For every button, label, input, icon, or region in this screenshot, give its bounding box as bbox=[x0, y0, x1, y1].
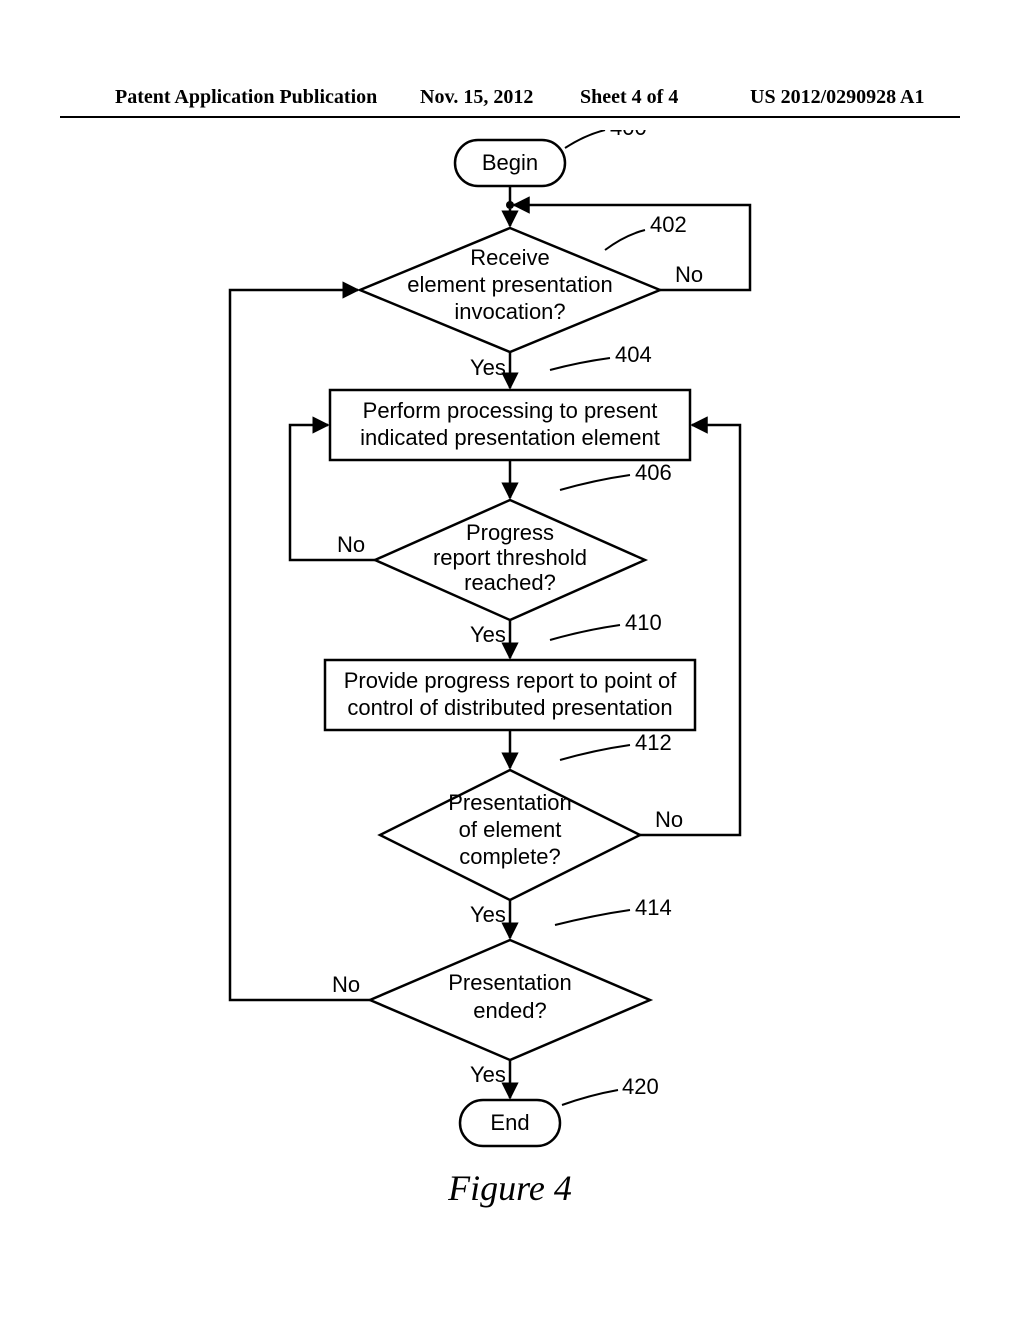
q406-l2: report threshold bbox=[433, 545, 587, 570]
q414-l2: ended? bbox=[473, 998, 546, 1023]
q412-l1: Presentation bbox=[448, 790, 572, 815]
end-label: End bbox=[490, 1110, 529, 1135]
node-begin: Begin bbox=[455, 140, 565, 186]
q402-l3: invocation? bbox=[454, 299, 565, 324]
q402-l1: Receive bbox=[470, 245, 549, 270]
ref-402: 402 bbox=[650, 212, 687, 237]
q406-l1: Progress bbox=[466, 520, 554, 545]
p410-l1: Provide progress report to point of bbox=[344, 668, 678, 693]
ref-404: 404 bbox=[615, 342, 652, 367]
label-406-no: No bbox=[337, 532, 365, 557]
ref-400: 400 bbox=[610, 130, 647, 140]
label-414-yes: Yes bbox=[470, 1062, 506, 1087]
q412-l3: complete? bbox=[459, 844, 561, 869]
p410-l2: control of distributed presentation bbox=[347, 695, 672, 720]
header-sheet: Sheet 4 of 4 bbox=[580, 86, 678, 109]
q402-l2: element presentation bbox=[407, 272, 612, 297]
label-402-no: No bbox=[675, 262, 703, 287]
header-left: Patent Application Publication bbox=[115, 86, 377, 109]
ref-414: 414 bbox=[635, 895, 672, 920]
ref-406: 406 bbox=[635, 460, 672, 485]
flowchart: Begin 400 Receive element presentation i… bbox=[100, 130, 920, 1280]
node-412: Presentation of element complete? bbox=[380, 770, 640, 900]
q414-l1: Presentation bbox=[448, 970, 572, 995]
node-402: Receive element presentation invocation? bbox=[360, 228, 660, 352]
label-414-no: No bbox=[332, 972, 360, 997]
node-414: Presentation ended? bbox=[370, 940, 650, 1060]
node-406: Progress report threshold reached? bbox=[375, 500, 645, 620]
label-402-yes: Yes bbox=[470, 355, 506, 380]
node-end: End bbox=[460, 1100, 560, 1146]
ref-412: 412 bbox=[635, 730, 672, 755]
q406-l3: reached? bbox=[464, 570, 556, 595]
label-412-yes: Yes bbox=[470, 902, 506, 927]
p404-l1: Perform processing to present bbox=[363, 398, 658, 423]
header-rule bbox=[60, 116, 960, 118]
header-date: Nov. 15, 2012 bbox=[420, 86, 533, 109]
begin-label: Begin bbox=[482, 150, 538, 175]
figure-caption: Figure 4 bbox=[447, 1168, 572, 1208]
q412-l2: of element bbox=[459, 817, 562, 842]
node-404: Perform processing to present indicated … bbox=[330, 390, 690, 460]
node-410: Provide progress report to point of cont… bbox=[325, 660, 695, 730]
label-412-no: No bbox=[655, 807, 683, 832]
ref-410: 410 bbox=[625, 610, 662, 635]
header-pubno: US 2012/0290928 A1 bbox=[750, 86, 924, 109]
ref-420: 420 bbox=[622, 1074, 659, 1099]
label-406-yes: Yes bbox=[470, 622, 506, 647]
p404-l2: indicated presentation element bbox=[360, 425, 660, 450]
